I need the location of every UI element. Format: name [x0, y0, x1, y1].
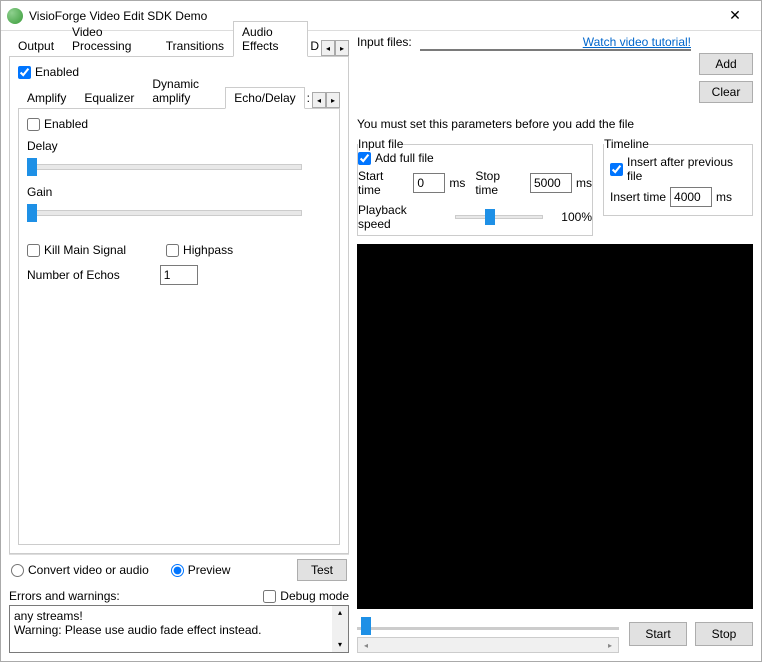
input-file-fieldset: Input file Add full file Start time ms S… — [357, 137, 593, 236]
subtabs-scroll-left-icon[interactable]: ◂ — [312, 92, 326, 108]
timeline-scrollbar[interactable]: ◂ ▸ — [357, 637, 619, 653]
insert-time-label: Insert time — [610, 190, 666, 204]
app-icon — [7, 8, 23, 24]
start-time-input[interactable] — [413, 173, 445, 193]
tab-output[interactable]: Output — [9, 35, 63, 57]
params-intro: You must set this parameters before you … — [357, 117, 753, 131]
video-preview — [357, 244, 753, 609]
errors-header: Errors and warnings: — [9, 589, 120, 603]
scroll-down-icon[interactable]: ▾ — [338, 638, 342, 652]
subtab-echo-delay[interactable]: Echo/Delay — [225, 87, 304, 109]
error-line: Warning: Please use audio fade effect in… — [14, 623, 344, 637]
gain-label: Gain — [27, 185, 331, 199]
mode-row: Convert video or audio Preview Test — [9, 554, 349, 585]
stop-time-label: Stop time — [475, 169, 526, 197]
echo-enabled-checkbox[interactable]: Enabled — [27, 117, 331, 131]
test-button[interactable]: Test — [297, 559, 347, 581]
preview-radio[interactable]: Preview — [171, 563, 231, 577]
subtab-amplify[interactable]: Amplify — [18, 87, 75, 109]
scroll-left-icon[interactable]: ◂ — [358, 638, 374, 652]
start-time-label: Start time — [358, 169, 409, 197]
subtab-partial[interactable]: : — [305, 88, 312, 108]
tab-transitions[interactable]: Transitions — [157, 35, 233, 57]
subtabs-scroll-right-icon[interactable]: ▸ — [326, 92, 340, 108]
playback-speed-value: 100% — [561, 210, 592, 224]
delay-slider[interactable] — [27, 157, 302, 177]
audio-effects-panel: Enabled Amplify Equalizer Dynamic amplif… — [9, 57, 349, 554]
tutorial-link[interactable]: Watch video tutorial! — [583, 35, 691, 49]
scroll-up-icon[interactable]: ▴ — [338, 606, 342, 620]
audio-subtabs: Amplify Equalizer Dynamic amplify Echo/D… — [18, 87, 340, 109]
input-files-label: Input files: — [357, 35, 412, 49]
debug-mode-checkbox[interactable]: Debug mode — [263, 589, 349, 603]
subtab-equalizer[interactable]: Equalizer — [75, 87, 143, 109]
tabs-scroll-right-icon[interactable]: ▸ — [335, 40, 349, 56]
stop-button[interactable]: Stop — [695, 622, 753, 646]
playback-speed-label: Playback speed — [358, 203, 441, 231]
tabs-scroll-left-icon[interactable]: ◂ — [321, 40, 335, 56]
highpass-checkbox[interactable]: Highpass — [166, 243, 233, 257]
kill-main-signal-checkbox[interactable]: Kill Main Signal — [27, 243, 126, 257]
tab-audio-effects[interactable]: Audio Effects — [233, 21, 308, 57]
input-files-listbox[interactable] — [420, 49, 691, 51]
start-button[interactable]: Start — [629, 622, 687, 646]
tab-partial[interactable]: D — [308, 36, 321, 56]
convert-radio[interactable]: Convert video or audio — [11, 563, 149, 577]
tab-video-processing[interactable]: Video Processing — [63, 21, 157, 57]
num-echos-input[interactable] — [160, 265, 198, 285]
num-echos-label: Number of Echos — [27, 268, 120, 282]
playback-position-slider[interactable] — [357, 615, 619, 635]
echo-delay-panel: Enabled Delay Gain — [18, 109, 340, 545]
stop-time-input[interactable] — [530, 173, 572, 193]
scroll-right-icon[interactable]: ▸ — [602, 638, 618, 652]
add-button[interactable]: Add — [699, 53, 753, 75]
clear-button[interactable]: Clear — [699, 81, 753, 103]
gain-slider[interactable] — [27, 203, 302, 223]
close-icon[interactable]: ✕ — [715, 7, 755, 24]
insert-time-input[interactable] — [670, 187, 712, 207]
error-line: any streams! — [14, 609, 344, 623]
playback-speed-slider[interactable] — [455, 209, 543, 225]
main-tabs: Output Video Processing Transitions Audi… — [9, 35, 349, 57]
errors-textbox[interactable]: any streams! Warning: Please use audio f… — [9, 605, 349, 653]
insert-after-checkbox[interactable]: Insert after previous file — [610, 155, 746, 183]
delay-label: Delay — [27, 139, 331, 153]
timeline-fieldset: Timeline Insert after previous file Inse… — [603, 137, 753, 216]
add-full-file-checkbox[interactable]: Add full file — [358, 151, 592, 165]
subtab-dynamic-amplify[interactable]: Dynamic amplify — [143, 73, 225, 109]
